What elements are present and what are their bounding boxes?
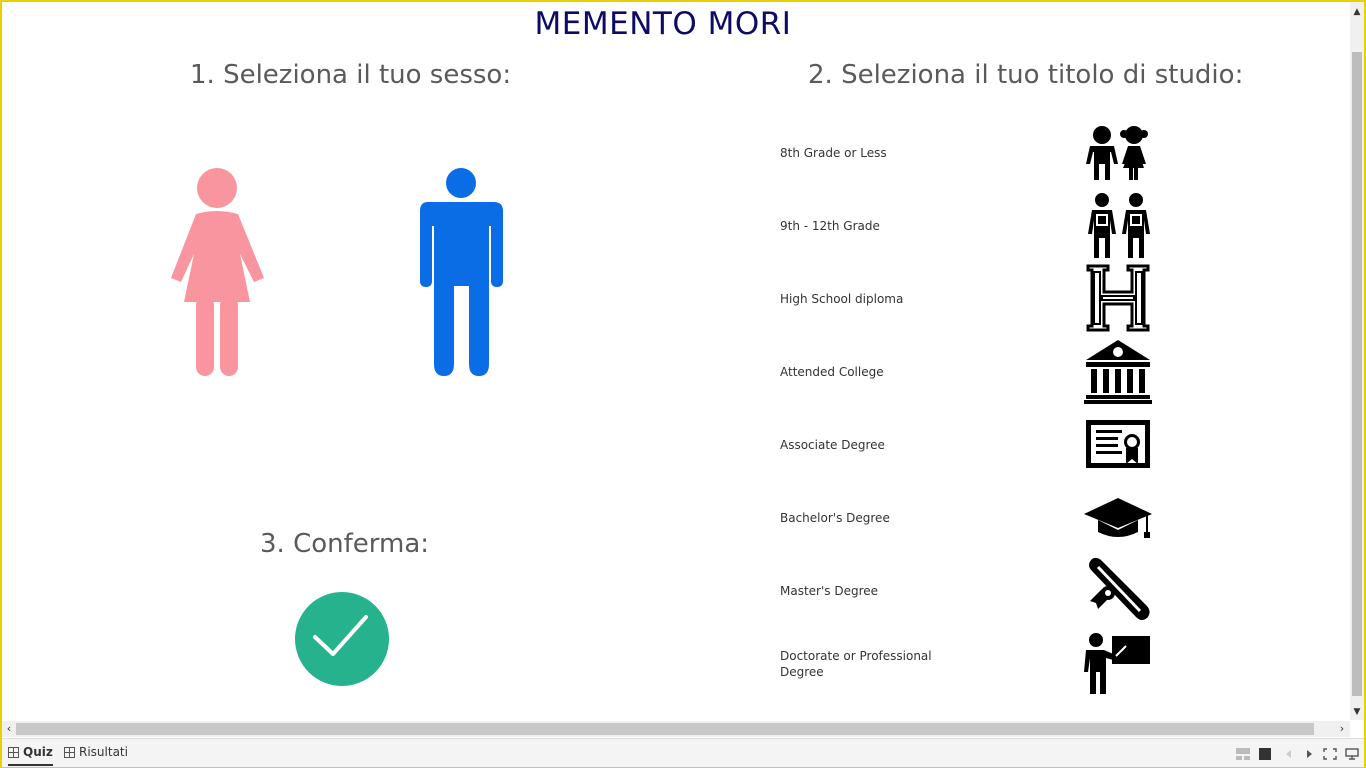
- edu-label-associate[interactable]: Associate Degree: [780, 437, 980, 453]
- teacher-icon[interactable]: [1082, 626, 1154, 698]
- scroll-left-icon[interactable]: ‹: [3, 722, 15, 736]
- university-building-icon[interactable]: [1082, 336, 1154, 408]
- dashboard-grid-icon: [8, 746, 19, 758]
- tab-quiz[interactable]: Quiz: [8, 740, 53, 766]
- horizontal-scroll-thumb[interactable]: [16, 723, 1314, 735]
- sheet-tab-bar: [2, 738, 1364, 767]
- edu-label-attended-college[interactable]: Attended College: [780, 364, 980, 380]
- students-backpack-icon[interactable]: [1082, 190, 1154, 262]
- tab-risultati[interactable]: Risultati: [64, 740, 128, 764]
- tab-quiz-label: Quiz: [23, 745, 53, 759]
- certificate-icon[interactable]: [1082, 408, 1154, 480]
- scroll-down-icon[interactable]: ▼: [1352, 706, 1362, 718]
- confirm-heading: 3. Conferma:: [260, 529, 430, 559]
- female-icon[interactable]: [168, 166, 268, 378]
- gender-heading: 1. Seleziona il tuo sesso:: [190, 60, 512, 90]
- previous-sheet-icon[interactable]: [1282, 748, 1296, 760]
- confirm-button[interactable]: [293, 590, 391, 688]
- vertical-scroll-thumb[interactable]: [1352, 52, 1362, 696]
- presentation-mode-icon[interactable]: [1345, 748, 1359, 760]
- male-icon[interactable]: [418, 166, 506, 378]
- edu-label-9th-12th[interactable]: 9th - 12th Grade: [780, 218, 980, 234]
- scroll-right-icon[interactable]: ›: [1336, 722, 1348, 736]
- graduation-cap-icon[interactable]: [1082, 480, 1154, 552]
- diploma-scroll-icon[interactable]: [1082, 555, 1154, 627]
- letter-h-icon[interactable]: [1082, 262, 1154, 334]
- edu-label-bachelor[interactable]: Bachelor's Degree: [780, 510, 980, 526]
- next-sheet-icon[interactable]: [1302, 748, 1316, 760]
- children-icon[interactable]: [1082, 118, 1154, 190]
- edu-label-8th-grade[interactable]: 8th Grade or Less: [780, 145, 980, 161]
- page-title: MEMENTO MORI: [534, 6, 792, 42]
- tab-risultati-label: Risultati: [79, 745, 128, 759]
- education-heading: 2. Seleziona il tuo titolo di studio:: [808, 60, 1244, 90]
- filmstrip-view-icon[interactable]: [1236, 748, 1250, 760]
- single-view-icon[interactable]: [1258, 748, 1272, 760]
- fit-to-screen-icon[interactable]: [1323, 748, 1337, 760]
- window-frame: [0, 0, 1366, 768]
- dashboard-grid-icon: [64, 746, 75, 758]
- scroll-up-icon[interactable]: ▲: [1352, 6, 1362, 18]
- edu-label-doctorate[interactable]: Doctorate or Professional Degree: [780, 648, 940, 680]
- edu-label-high-school[interactable]: High School diploma: [780, 291, 980, 307]
- edu-label-master[interactable]: Master's Degree: [780, 583, 980, 599]
